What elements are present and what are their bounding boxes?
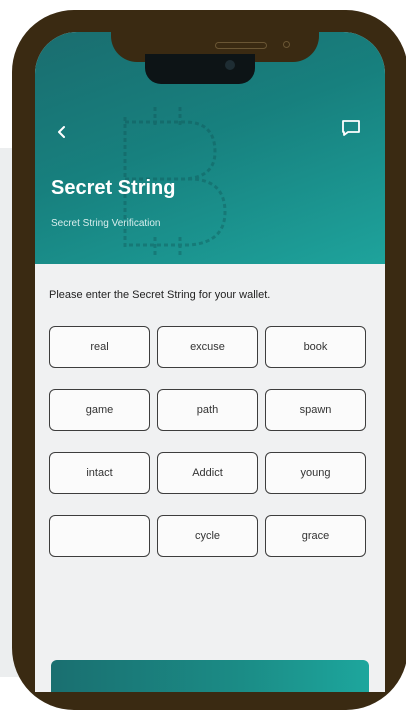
- back-button[interactable]: [57, 125, 71, 143]
- volume-up-button: [17, 185, 29, 247]
- header: Secret String Secret String Verification: [35, 32, 385, 264]
- word-input-9[interactable]: young: [265, 452, 366, 494]
- instruction-text: Please enter the Secret String for your …: [49, 289, 271, 301]
- word-input-10[interactable]: [49, 515, 150, 557]
- word-input-5[interactable]: path: [157, 389, 258, 431]
- word-input-1[interactable]: real: [49, 326, 150, 368]
- word-input-7[interactable]: intact: [49, 452, 150, 494]
- word-input-3[interactable]: book: [265, 326, 366, 368]
- word-input-6[interactable]: spawn: [265, 389, 366, 431]
- word-input-11[interactable]: cycle: [157, 515, 258, 557]
- front-camera: [283, 41, 290, 48]
- page-subtitle: Secret String Verification: [51, 218, 161, 229]
- chevron-left-icon: [58, 126, 65, 138]
- chat-icon: [342, 120, 360, 136]
- word-input-2[interactable]: excuse: [157, 326, 258, 368]
- word-input-8[interactable]: Addict: [157, 452, 258, 494]
- dynamic-island: [145, 54, 255, 84]
- confirm-button[interactable]: [51, 660, 369, 692]
- speaker-grille: [215, 42, 267, 49]
- phone-screen: Secret String Secret String Verification…: [35, 32, 385, 692]
- word-input-12[interactable]: grace: [265, 515, 366, 557]
- mute-switch: [17, 127, 29, 159]
- word-input-4[interactable]: game: [49, 389, 150, 431]
- volume-down-button: [17, 257, 29, 317]
- camera-lens: [225, 60, 235, 70]
- page-title: Secret String: [51, 177, 176, 199]
- secret-words-grid: real excuse book game path spawn intact …: [49, 326, 369, 557]
- chat-button[interactable]: [341, 119, 361, 137]
